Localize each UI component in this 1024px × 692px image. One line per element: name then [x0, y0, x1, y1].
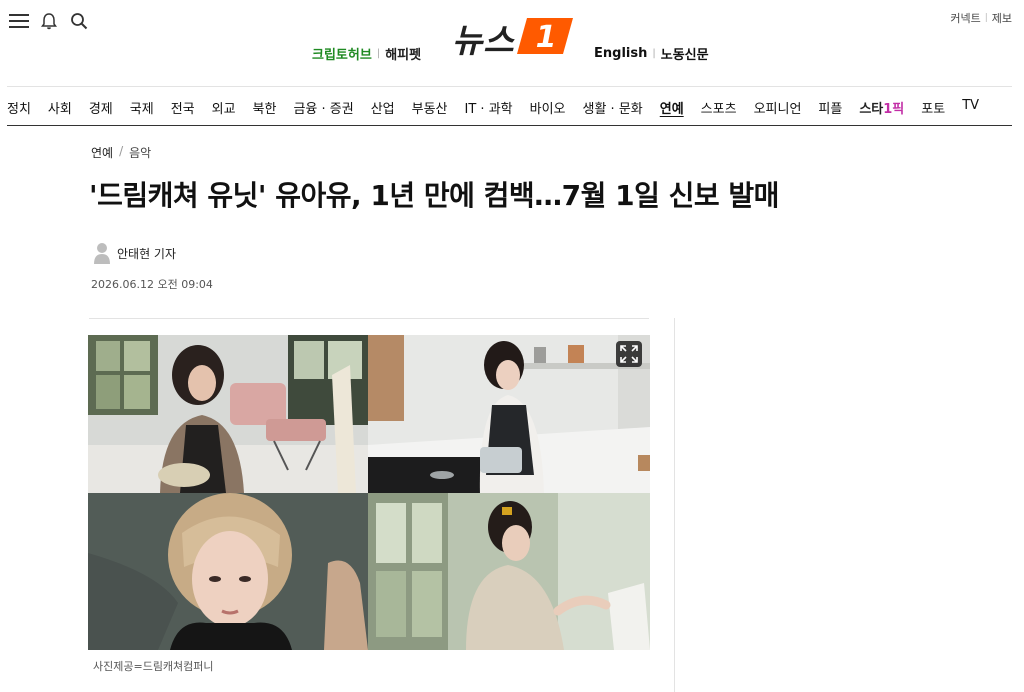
english-link[interactable]: English	[594, 46, 647, 61]
publish-date: 2026.06.12 오전 09:04	[91, 278, 213, 291]
happypet-link[interactable]: 해피펫	[385, 44, 421, 63]
site-logo[interactable]: 뉴스 1	[452, 14, 575, 62]
nav-item-national[interactable]: 전국	[171, 98, 195, 117]
article-photo[interactable]	[88, 335, 650, 650]
logo-badge-text: 1	[535, 20, 556, 55]
logo-badge-icon: 1	[516, 14, 575, 62]
nav-item-star-pick[interactable]: 스타1픽	[859, 98, 904, 117]
logo-text: 뉴스	[452, 21, 515, 60]
nav-item-tv[interactable]: TV	[962, 98, 979, 117]
nav-item-economy[interactable]: 경제	[89, 98, 113, 117]
divider: |	[984, 13, 988, 23]
nav-item-bio[interactable]: 바이오	[530, 98, 566, 117]
crypto-hub-link[interactable]: 크립토허브	[312, 44, 372, 63]
star-pick-prefix: 스타	[859, 102, 884, 117]
photo-caption: 사진제공=드림캐쳐컴퍼니	[93, 660, 214, 673]
promo-links-right: English | 노동신문	[594, 44, 709, 63]
nav-item-sports[interactable]: 스포츠	[701, 98, 737, 117]
header-right-links: 커넥트 | 제보	[950, 10, 1012, 26]
photo-panel-studio-easel	[88, 335, 368, 493]
article-headline: '드림캐쳐 유닛' 유아유, 1년 만에 컴백…7월 1일 신보 발매	[89, 179, 779, 212]
breadcrumb-subsection[interactable]: 음악	[129, 144, 151, 161]
category-nav: 정치 사회 경제 국제 전국 외교 북한 금융 · 증권 산업 부동산 IT ·…	[7, 98, 996, 117]
breadcrumb: 연예 / 음악	[91, 144, 151, 161]
nav-item-industry[interactable]: 산업	[371, 98, 395, 117]
column-divider	[674, 318, 675, 692]
nk-news-link[interactable]: 노동신문	[661, 44, 709, 63]
nav-item-real-estate[interactable]: 부동산	[412, 98, 448, 117]
search-icon[interactable]	[68, 10, 90, 32]
nav-item-photo[interactable]: 포토	[921, 98, 945, 117]
expand-icon[interactable]	[616, 341, 642, 367]
avatar	[93, 242, 111, 264]
author-name[interactable]: 안태현 기자	[117, 245, 176, 262]
nav-item-opinion[interactable]: 오피니언	[754, 98, 802, 117]
nav-item-north-korea[interactable]: 북한	[253, 98, 277, 117]
nav-item-entertainment[interactable]: 연예	[660, 98, 684, 117]
photo-panel-portrait	[88, 493, 368, 650]
nav-item-people[interactable]: 피플	[818, 98, 842, 117]
breadcrumb-section[interactable]: 연예	[91, 144, 113, 161]
nav-item-life-culture[interactable]: 생활 · 문화	[583, 98, 643, 117]
promo-links-left: 크립토허브 | 해피펫	[312, 44, 421, 63]
nav-item-diplomacy[interactable]: 외교	[212, 98, 236, 117]
nav-item-it-science[interactable]: IT · 과학	[465, 98, 513, 117]
article-divider	[89, 318, 649, 319]
photo-panel-kitchen-counter	[368, 335, 650, 493]
divider: |	[376, 48, 381, 59]
divider: |	[652, 48, 656, 59]
nav-item-world[interactable]: 국제	[130, 98, 154, 117]
report-link[interactable]: 제보	[992, 10, 1012, 26]
photo-panel-canvas-painting	[368, 493, 650, 650]
nav-item-society[interactable]: 사회	[48, 98, 72, 117]
nav-item-politics[interactable]: 정치	[7, 98, 31, 117]
author-line: 안태현 기자	[93, 242, 176, 264]
connect-link[interactable]: 커넥트	[950, 10, 980, 26]
breadcrumb-separator: /	[119, 144, 124, 158]
star-pick-highlight: 1픽	[883, 102, 905, 117]
nav-item-finance[interactable]: 금융 · 증권	[293, 98, 353, 117]
header-icons	[8, 10, 90, 32]
nav-divider	[7, 125, 1012, 126]
menu-icon[interactable]	[8, 10, 30, 32]
header-divider	[7, 86, 1012, 87]
bell-icon[interactable]	[38, 10, 60, 32]
